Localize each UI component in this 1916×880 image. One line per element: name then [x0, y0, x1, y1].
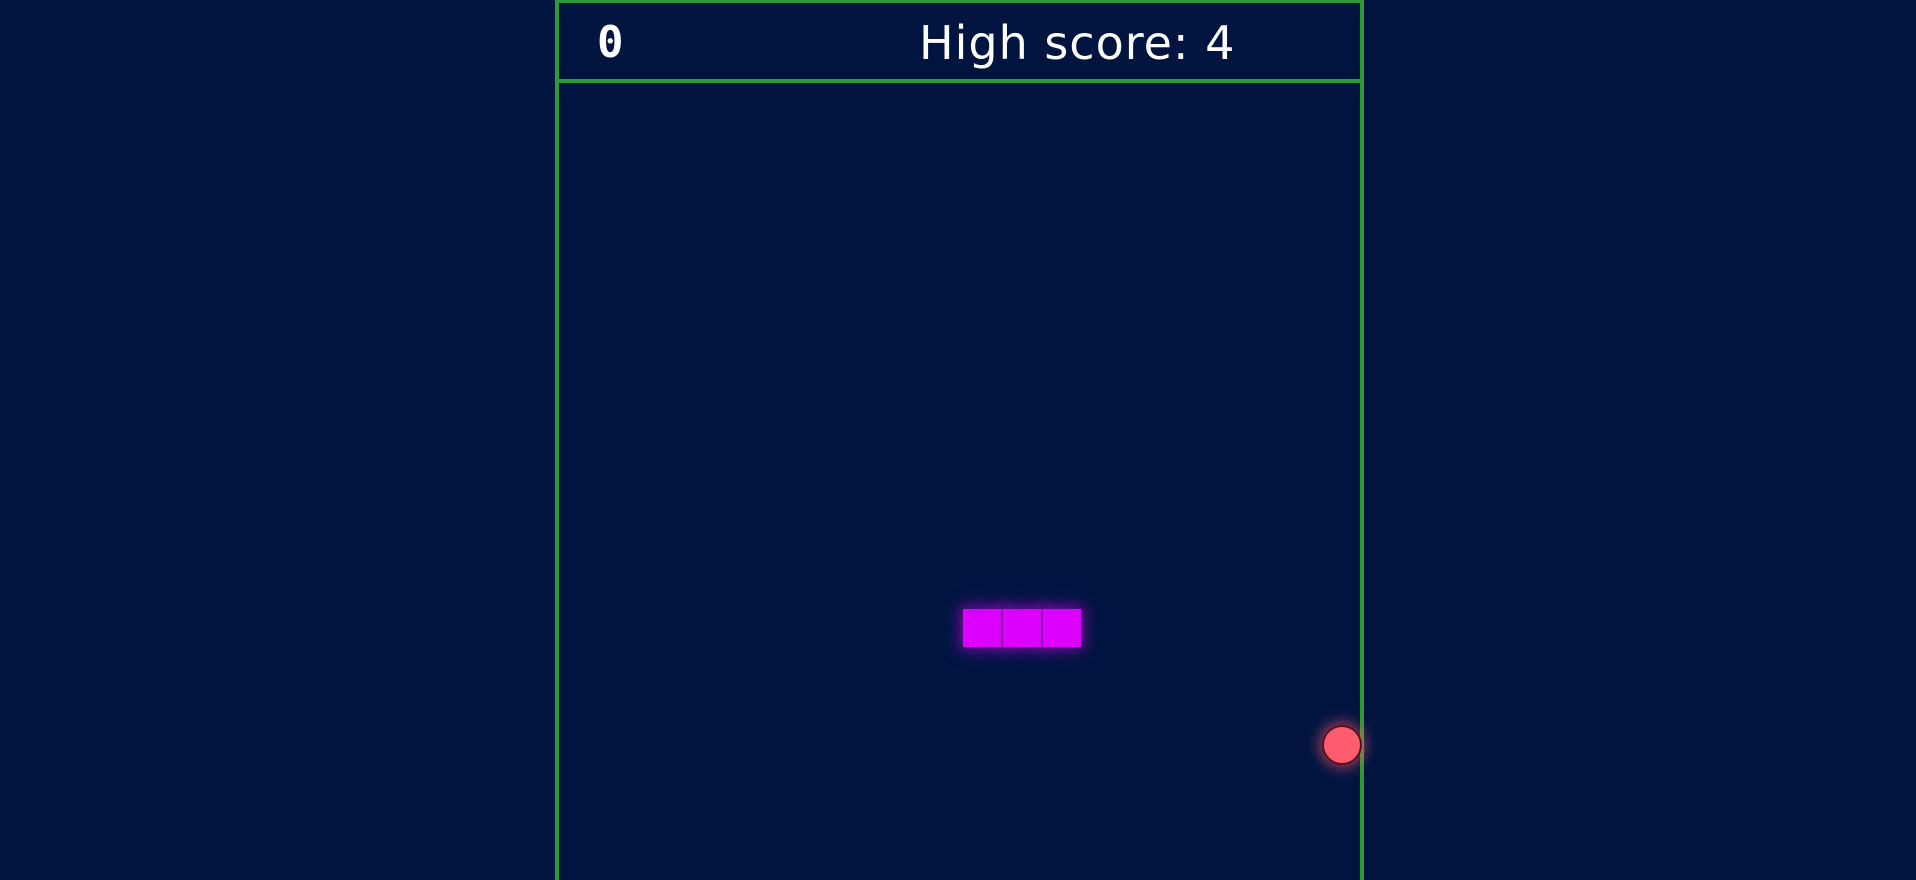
- snake-body-segment: [1003, 609, 1041, 647]
- high-score-label: High score:: [919, 16, 1190, 70]
- current-score: 0: [597, 17, 625, 68]
- game-board[interactable]: [559, 83, 1362, 880]
- snake-segment-divider: [1001, 609, 1003, 647]
- scoreboard: 0 High score: 4: [559, 3, 1360, 83]
- game-page: 0 High score: 4: [0, 0, 1916, 880]
- high-score: High score: 4: [919, 13, 1235, 73]
- snake-head-segment: [1043, 609, 1081, 647]
- snake-tail-segment: [963, 609, 1001, 647]
- food-apple: [1322, 725, 1362, 765]
- game-container[interactable]: 0 High score: 4: [555, 0, 1364, 880]
- high-score-value: 4: [1205, 16, 1236, 70]
- snake-segment-divider: [1041, 609, 1043, 647]
